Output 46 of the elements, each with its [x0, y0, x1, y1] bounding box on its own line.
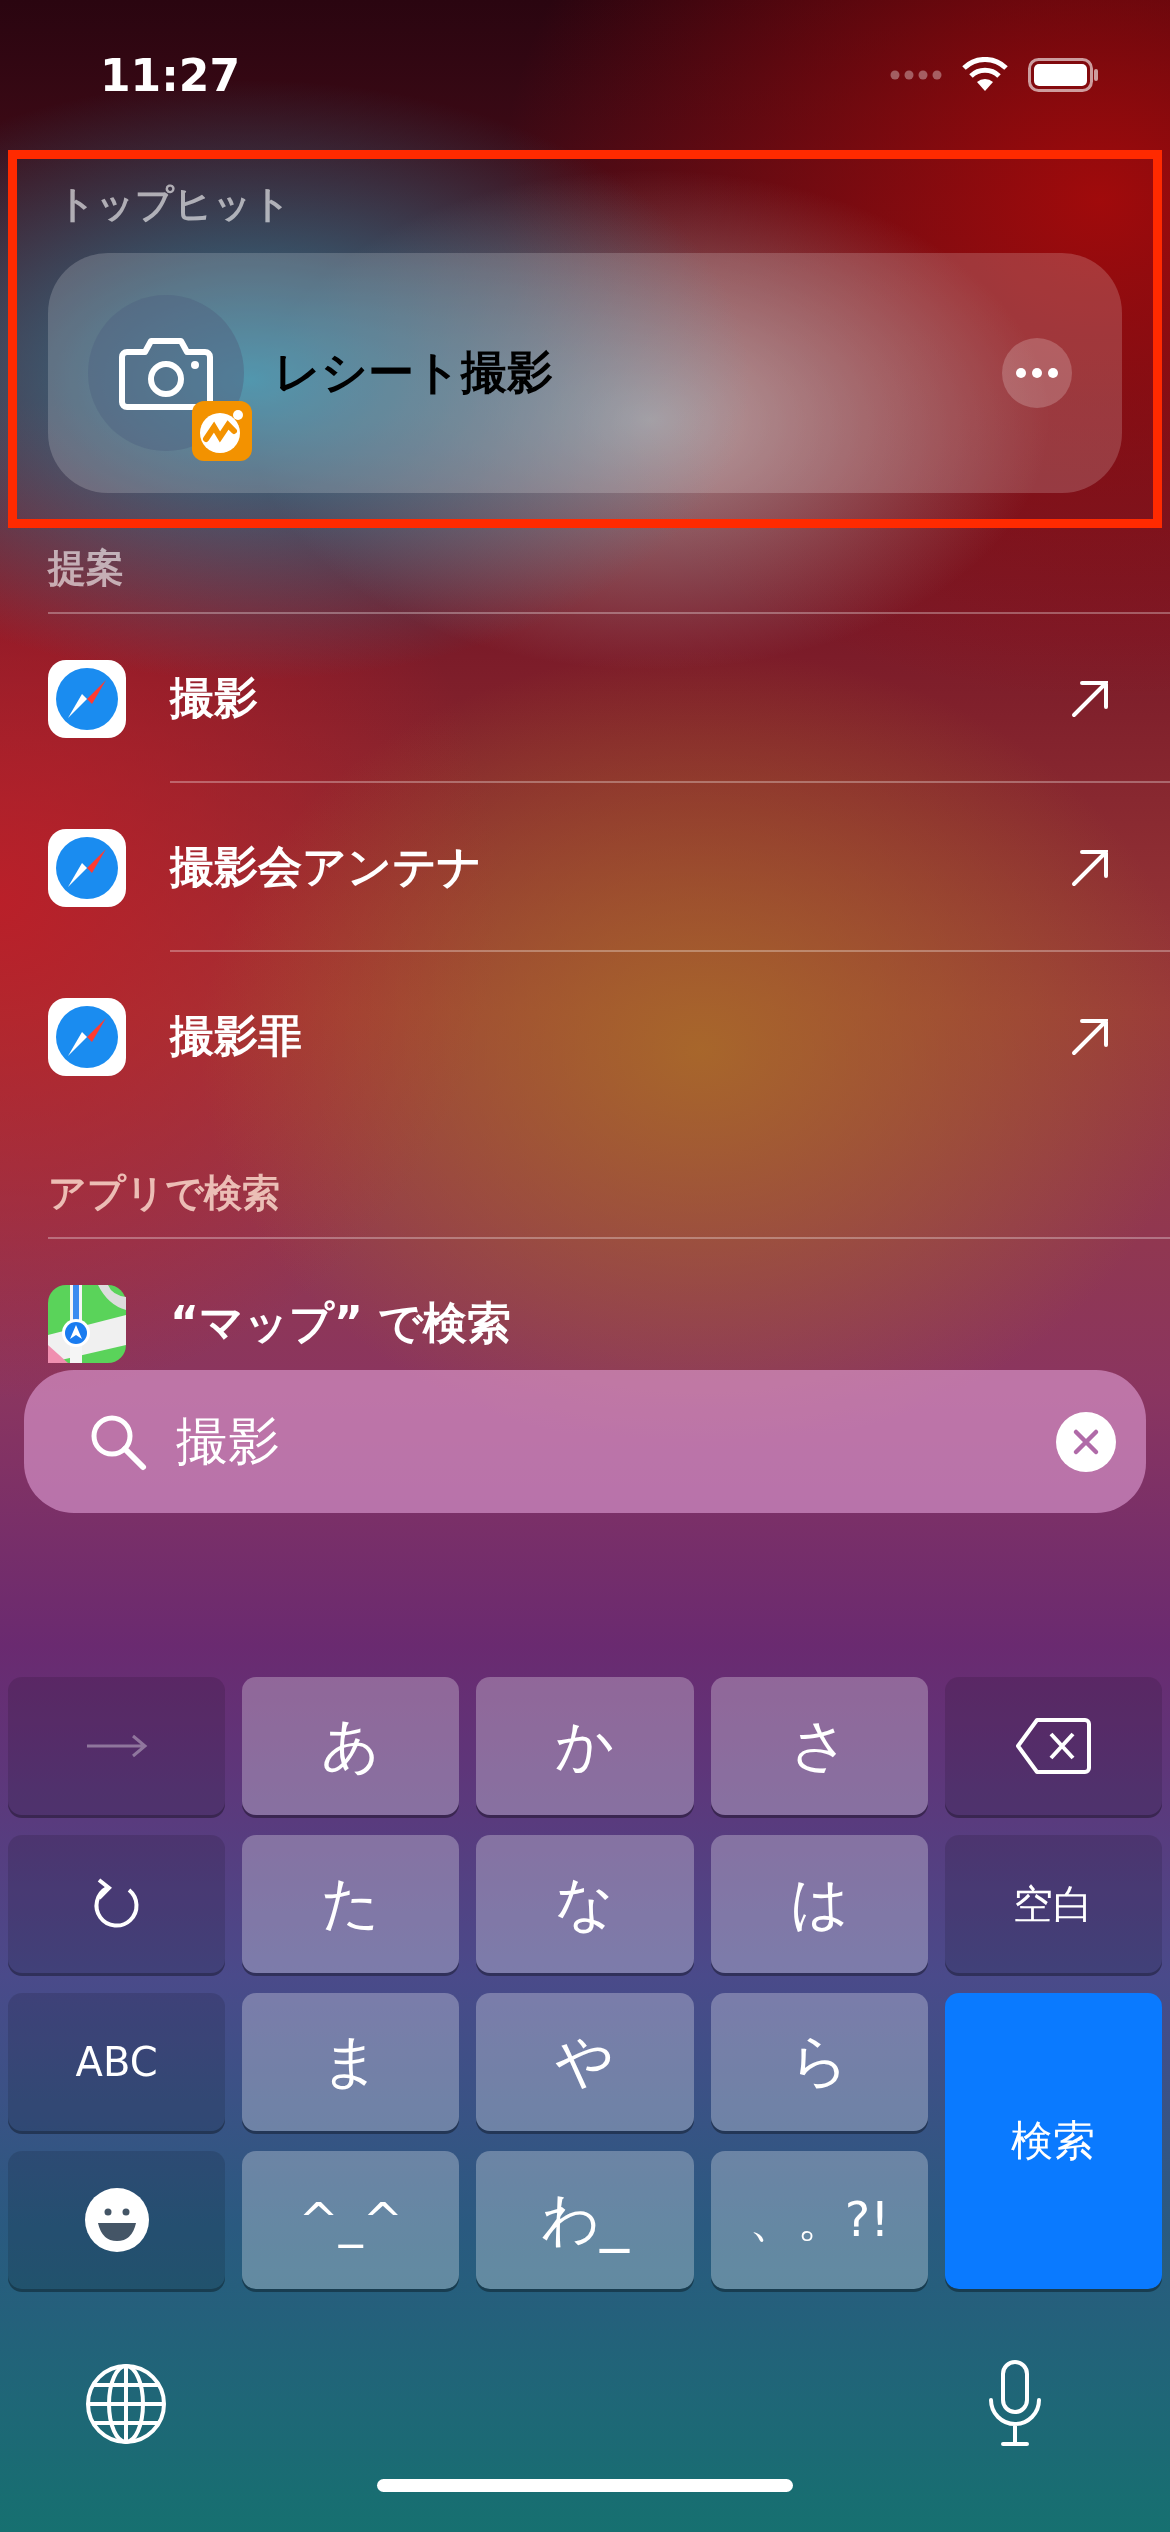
- search-in-app-link[interactable]: “マップ” で検索: [170, 1294, 1110, 1353]
- arrow-right-icon: [84, 1734, 149, 1758]
- kana-key[interactable]: わ_: [476, 2151, 694, 2289]
- search-field[interactable]: 撮影: [24, 1370, 1146, 1513]
- kana-key[interactable]: た: [242, 1835, 460, 1973]
- app-badge-icon: [192, 401, 252, 461]
- arrow-icon: [1070, 847, 1110, 888]
- section-header: アプリで検索: [47, 1170, 281, 1217]
- signal-icon: [890, 70, 942, 80]
- kana-key[interactable]: あ: [242, 1677, 460, 1815]
- emoji-icon: [83, 2187, 150, 2253]
- kana-key[interactable]: ら: [710, 1993, 928, 2131]
- arrow-icon: [1070, 1016, 1110, 1057]
- wifi-icon: [960, 57, 1010, 93]
- top-hit-title: レシート撮影: [274, 344, 554, 401]
- search-key[interactable]: 検索: [944, 1993, 1162, 2289]
- section-header: トップヒット: [56, 181, 292, 228]
- search-query: 撮影: [176, 1409, 281, 1473]
- kana-key[interactable]: ま: [242, 1993, 460, 2131]
- battery-icon: [1028, 58, 1100, 92]
- kana-key[interactable]: な: [476, 1835, 694, 1973]
- section-header: 提案: [46, 545, 125, 592]
- compass-icon[interactable]: [48, 997, 126, 1076]
- kana-key[interactable]: や: [476, 1993, 694, 2131]
- arrow-icon: [1070, 678, 1110, 719]
- suggestion-link[interactable]: 撮影: [170, 669, 1070, 728]
- compass-icon[interactable]: [48, 659, 126, 738]
- kana-key[interactable]: 、。?!: [710, 2151, 928, 2289]
- emoji-key[interactable]: [8, 2151, 226, 2289]
- kana-key[interactable]: は: [710, 1835, 928, 1973]
- top-hit-card[interactable]: レシート撮影: [48, 253, 1122, 493]
- kana-key[interactable]: さ: [710, 1677, 928, 1815]
- delete-key[interactable]: [944, 1677, 1162, 1815]
- mode-key[interactable]: ABC: [8, 1993, 226, 2131]
- ellipsis-icon: [1015, 368, 1059, 378]
- compass-icon[interactable]: [48, 828, 126, 907]
- kana-key[interactable]: か: [476, 1677, 694, 1815]
- status-time: 11:27: [100, 49, 241, 101]
- map-icon[interactable]: [48, 1284, 126, 1363]
- suggestion-link[interactable]: 撮影会アンテナ: [170, 838, 1070, 897]
- globe-icon[interactable]: [85, 2363, 167, 2445]
- kana-key[interactable]: ^_^: [242, 2151, 460, 2289]
- close-icon: [1072, 1427, 1100, 1456]
- delete-icon: [1015, 1717, 1092, 1775]
- suggestion-link[interactable]: 撮影罪: [170, 1007, 1070, 1066]
- mode-key[interactable]: 空白: [944, 1835, 1162, 1973]
